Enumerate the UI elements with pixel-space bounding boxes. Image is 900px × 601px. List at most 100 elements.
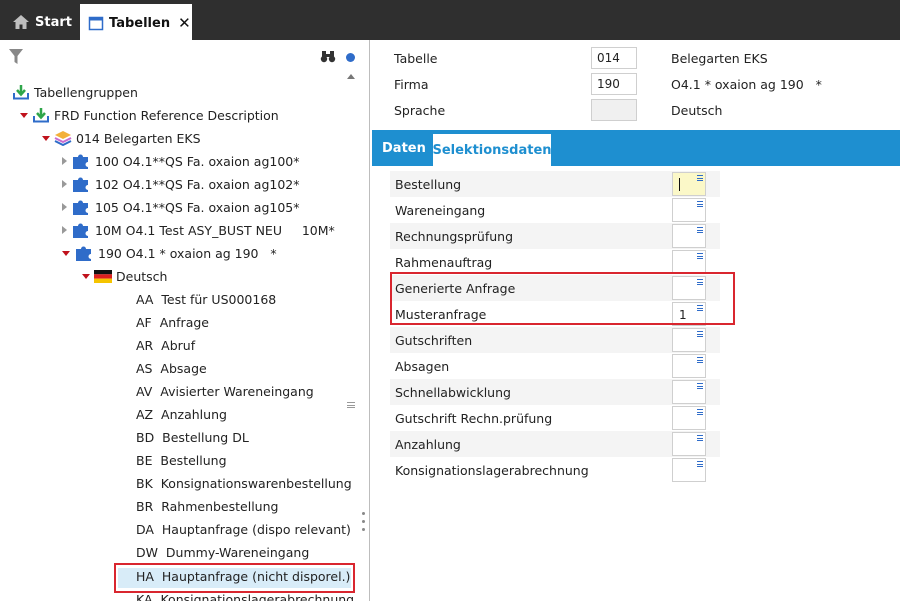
tabelle-field[interactable]: 014 — [591, 47, 637, 69]
list-item[interactable]: AV Avisierter Wareneingang — [136, 381, 314, 401]
gutschriften-input[interactable] — [672, 328, 706, 352]
field-label: Wareneingang — [395, 202, 486, 218]
tree-node-company[interactable]: 100 O4.1**QS Fa. oxaion ag100* — [62, 151, 300, 171]
edit-list-icon[interactable] — [697, 357, 703, 363]
tree-node-tabellengruppen[interactable]: Tabellengruppen — [12, 82, 138, 102]
tab-daten[interactable]: Daten — [382, 130, 426, 166]
tree-label: 10M O4.1 Test ASY_BUST NEU 10M* — [95, 222, 335, 238]
edit-list-icon[interactable] — [697, 227, 703, 233]
edit-list-icon[interactable] — [697, 175, 703, 181]
filter-icon[interactable] — [8, 48, 24, 69]
bestellung-input[interactable] — [672, 172, 706, 196]
list-item[interactable]: AZ Anzahlung — [136, 404, 227, 424]
tabelle-label: Tabelle — [394, 50, 438, 66]
field-row-absagen: Absagen — [390, 353, 720, 379]
list-item[interactable]: AS Absage — [136, 358, 207, 378]
edit-list-icon[interactable] — [697, 435, 703, 441]
list-item[interactable]: AR Abruf — [136, 335, 195, 355]
annotation-highlight-box — [390, 272, 735, 325]
field-label: Rahmenauftrag — [395, 254, 493, 270]
tree-node-company[interactable]: 10M O4.1 Test ASY_BUST NEU 10M* — [62, 220, 335, 240]
tab-selektionsdaten[interactable]: Selektionsdaten — [432, 134, 552, 166]
field-row-schnellabwicklung: Schnellabwicklung — [390, 379, 720, 405]
list-item[interactable]: DW Dummy-Wareneingang — [136, 542, 309, 562]
expand-toggle-icon[interactable] — [42, 135, 50, 141]
edit-list-icon[interactable] — [697, 409, 703, 415]
collapse-toggle-icon[interactable] — [62, 157, 67, 165]
status-dot-icon[interactable] — [346, 53, 355, 62]
edit-list-icon[interactable] — [697, 383, 703, 389]
list-item[interactable]: DA Hauptanfrage (dispo relevant) — [136, 519, 351, 539]
edit-list-icon[interactable] — [697, 201, 703, 207]
tree-label: AZ Anzahlung — [136, 406, 227, 422]
rechnungspruefung-input[interactable] — [672, 224, 706, 248]
tree-label: AR Abruf — [136, 337, 196, 353]
list-item[interactable]: BD Bestellung DL — [136, 427, 249, 447]
import-icon — [32, 107, 50, 123]
close-icon[interactable]: ✕ — [178, 14, 191, 32]
tree-label: Tabellengruppen — [34, 84, 138, 100]
field-label: Anzahlung — [395, 436, 461, 452]
anzahlung-input[interactable] — [672, 432, 706, 456]
field-label: Absagen — [395, 358, 450, 374]
tab-start[interactable]: Start — [0, 4, 76, 40]
list-item[interactable]: KA Konsignationslagerabrechnung — [136, 589, 354, 601]
tab-start-label: Start — [35, 14, 72, 30]
firma-description: O4.1 * oxaion ag 190 * — [671, 76, 822, 92]
collapse-toggle-icon[interactable] — [62, 226, 67, 234]
puzzle-icon — [71, 221, 91, 239]
splitter-handle[interactable] — [362, 512, 366, 542]
binoculars-icon[interactable] — [320, 50, 336, 67]
list-item-selected[interactable]: HA Hauptanfrage (nicht disporel.) — [136, 566, 350, 586]
firma-label: Firma — [394, 76, 429, 92]
firma-field[interactable]: 190 — [591, 73, 637, 95]
tab-tabellen[interactable]: Tabellen ✕ — [80, 4, 192, 40]
expand-toggle-icon[interactable] — [62, 250, 70, 256]
tree-label: 190 O4.1 * oxaion ag 190 * — [98, 245, 277, 261]
field-row-anzahlung: Anzahlung — [390, 431, 720, 457]
tree-node-014[interactable]: 014 Belegarten EKS — [42, 128, 201, 148]
list-item[interactable]: AF Anfrage — [136, 312, 209, 332]
scrollbar-grip[interactable] — [347, 402, 355, 408]
edit-list-icon[interactable] — [697, 461, 703, 467]
edit-list-icon[interactable] — [697, 331, 703, 337]
header-row-tabelle: Tabelle 014 Belegarten EKS — [372, 45, 900, 71]
home-icon — [12, 14, 30, 30]
field-label: Bestellung — [395, 176, 462, 192]
tree-label: 100 O4.1**QS Fa. oxaion ag100* — [95, 153, 300, 169]
tree-node-company[interactable]: 105 O4.1**QS Fa. oxaion ag105* — [62, 197, 300, 217]
list-item[interactable]: BE Bestellung — [136, 450, 227, 470]
collapse-toggle-icon[interactable] — [62, 203, 67, 211]
tree-label: FRD Function Reference Description — [54, 107, 279, 123]
puzzle-icon — [71, 198, 91, 216]
gutschrift-rechnpruefung-input[interactable] — [672, 406, 706, 430]
list-item[interactable]: AA Test für US000168 — [136, 289, 276, 309]
tree-label: DA Hauptanfrage (dispo relevant) — [136, 521, 351, 537]
tree-label: 014 Belegarten EKS — [76, 130, 201, 146]
absagen-input[interactable] — [672, 354, 706, 378]
sprache-field[interactable] — [591, 99, 637, 121]
schnellabwicklung-input[interactable] — [672, 380, 706, 404]
expand-toggle-icon[interactable] — [82, 273, 90, 279]
field-row-gutschrift-rechnpruefung: Gutschrift Rechn.prüfung — [390, 405, 720, 431]
list-item[interactable]: BR Rahmenbestellung — [136, 496, 278, 516]
list-item[interactable]: BK Konsignationswarenbestellung — [136, 473, 352, 493]
wareneingang-input[interactable] — [672, 198, 706, 222]
tree-node-company-190[interactable]: 190 O4.1 * oxaion ag 190 * — [62, 243, 277, 263]
tree-label: BD Bestellung DL — [136, 429, 249, 445]
tree-node-frd[interactable]: FRD Function Reference Description — [20, 105, 279, 125]
puzzle-icon — [74, 244, 94, 262]
field-label: Rechnungsprüfung — [395, 228, 513, 244]
tab-bar: Start Tabellen ✕ — [0, 0, 900, 40]
tree-label: 105 O4.1**QS Fa. oxaion ag105* — [95, 199, 300, 215]
tree-node-company[interactable]: 102 O4.1**QS Fa. oxaion ag102* — [62, 174, 300, 194]
rahmenauftrag-input[interactable] — [672, 250, 706, 274]
detail-tab-strip: Daten Selektionsdaten — [372, 130, 900, 166]
tree-label: AV Avisierter Wareneingang — [136, 383, 314, 399]
edit-list-icon[interactable] — [697, 253, 703, 259]
scroll-up-icon[interactable] — [347, 74, 355, 79]
expand-toggle-icon[interactable] — [20, 112, 28, 118]
collapse-toggle-icon[interactable] — [62, 180, 67, 188]
konsignationslagerabrechnung-input[interactable] — [672, 458, 706, 482]
tree-node-language[interactable]: Deutsch — [82, 266, 167, 286]
